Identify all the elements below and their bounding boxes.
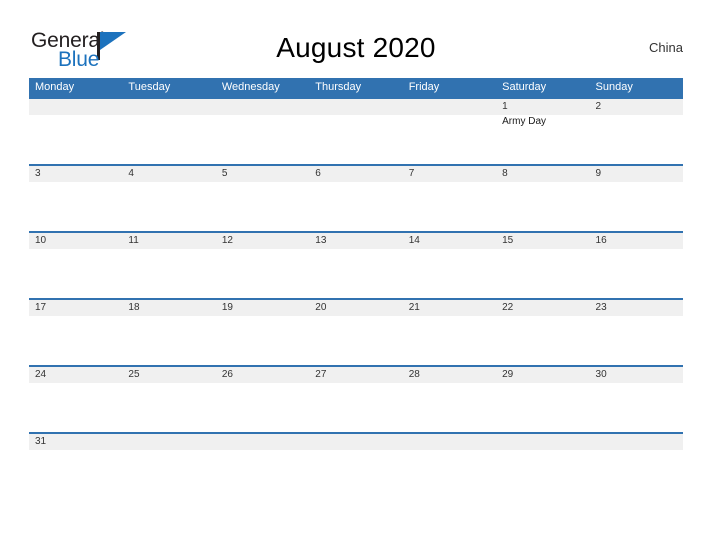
day-number: 11 (128, 235, 139, 246)
day-number: 7 (408, 168, 415, 179)
day-cell[interactable] (402, 99, 497, 164)
day-cell[interactable] (402, 434, 497, 499)
day-cell[interactable] (496, 434, 590, 499)
day-cell[interactable]: 31 (29, 434, 123, 499)
calendar-week-row: 3 4 5 6 7 8 9 (29, 164, 683, 231)
dow-saturday: Saturday (502, 81, 547, 93)
day-number: 28 (408, 369, 420, 380)
day-cell[interactable]: 2 (589, 99, 683, 164)
day-number: 9 (595, 168, 602, 179)
day-cell[interactable]: 8 (496, 166, 590, 231)
day-cell[interactable]: 6 (309, 166, 403, 231)
day-number: 30 (595, 369, 607, 380)
day-number: 24 (35, 369, 47, 380)
day-cell[interactable]: 29 (496, 367, 590, 432)
day-cell[interactable]: 23 (589, 300, 683, 365)
calendar-week-row: 24 25 26 27 28 29 30 (29, 365, 683, 432)
day-number: 2 (595, 101, 602, 112)
day-number: 31 (35, 436, 47, 447)
day-number: 8 (502, 168, 508, 179)
day-cell[interactable]: 30 (589, 367, 683, 432)
calendar-week-row: 17 18 19 20 21 22 23 (29, 298, 683, 365)
day-number: 15 (502, 235, 514, 246)
day-cell[interactable]: 9 (589, 166, 683, 231)
day-cell[interactable] (215, 434, 310, 499)
dow-friday: Friday (408, 81, 440, 93)
day-cell[interactable] (29, 99, 123, 164)
day-number: 12 (221, 235, 233, 246)
day-cell[interactable] (309, 434, 403, 499)
dow-monday: Monday (35, 81, 75, 93)
calendar-week-row: 31 (29, 432, 683, 499)
day-cell[interactable]: 21 (402, 300, 497, 365)
day-number: 13 (315, 235, 327, 246)
day-cell[interactable] (215, 99, 310, 164)
day-cell[interactable]: 28 (402, 367, 497, 432)
day-number: 27 (315, 369, 327, 380)
day-cell[interactable]: 3 (29, 166, 123, 231)
day-number: 20 (315, 302, 327, 313)
country-label: China (649, 40, 683, 55)
day-cell[interactable]: 27 (309, 367, 403, 432)
day-cell[interactable]: 1 Army Day (496, 99, 590, 164)
day-cell[interactable] (309, 99, 403, 164)
day-number: 25 (128, 369, 140, 380)
day-cell[interactable]: 5 (215, 166, 310, 231)
dow-wednesday: Wednesday (221, 81, 280, 93)
day-event: Army Day (502, 116, 547, 127)
day-cell[interactable]: 22 (496, 300, 590, 365)
calendar-week-row: 10 11 12 13 14 15 16 (29, 231, 683, 298)
calendar-grid: Monday Tuesday Wednesday Thursday Friday… (29, 78, 683, 499)
day-number: 18 (128, 302, 140, 313)
day-of-week-header-row: Monday Tuesday Wednesday Thursday Friday… (29, 78, 683, 97)
day-number: 1 (502, 101, 508, 112)
day-number: 17 (35, 302, 47, 313)
day-number: 26 (221, 369, 233, 380)
calendar-page: General Blue August 2020 China Monday Tu… (0, 0, 712, 550)
day-number: 21 (408, 302, 420, 313)
day-number: 4 (128, 168, 134, 179)
day-cell[interactable]: 11 (122, 233, 216, 298)
day-number: 23 (595, 302, 607, 313)
day-cell[interactable] (122, 434, 216, 499)
dow-sunday: Sunday (595, 81, 633, 93)
day-number: 10 (35, 235, 47, 246)
calendar-week-row: 1 Army Day 2 (29, 97, 683, 164)
day-number: 22 (502, 302, 514, 313)
day-cell[interactable]: 13 (309, 233, 403, 298)
day-cell[interactable]: 15 (496, 233, 590, 298)
day-number: 16 (595, 235, 607, 246)
day-cell[interactable]: 24 (29, 367, 123, 432)
dow-thursday: Thursday (315, 81, 362, 93)
day-cell[interactable]: 7 (402, 166, 497, 231)
day-cell[interactable]: 25 (122, 367, 216, 432)
day-number: 3 (35, 168, 41, 179)
day-number: 14 (408, 235, 420, 246)
day-cell[interactable]: 18 (122, 300, 216, 365)
day-cell[interactable] (589, 434, 683, 499)
day-number: 6 (315, 168, 321, 179)
day-number: 5 (221, 168, 228, 179)
day-cell[interactable]: 14 (402, 233, 497, 298)
day-cell[interactable]: 16 (589, 233, 683, 298)
day-cell[interactable]: 4 (122, 166, 216, 231)
page-title: August 2020 (276, 32, 436, 63)
page-header: General Blue August 2020 China (29, 28, 683, 74)
dow-tuesday: Tuesday (128, 81, 171, 93)
day-cell[interactable]: 12 (215, 233, 310, 298)
day-number: 19 (221, 302, 233, 313)
day-cell[interactable]: 26 (215, 367, 310, 432)
day-cell[interactable]: 17 (29, 300, 123, 365)
day-cell[interactable]: 20 (309, 300, 403, 365)
day-cell[interactable]: 10 (29, 233, 123, 298)
day-cell[interactable]: 19 (215, 300, 310, 365)
day-cell[interactable] (122, 99, 216, 164)
day-number: 29 (502, 369, 514, 380)
